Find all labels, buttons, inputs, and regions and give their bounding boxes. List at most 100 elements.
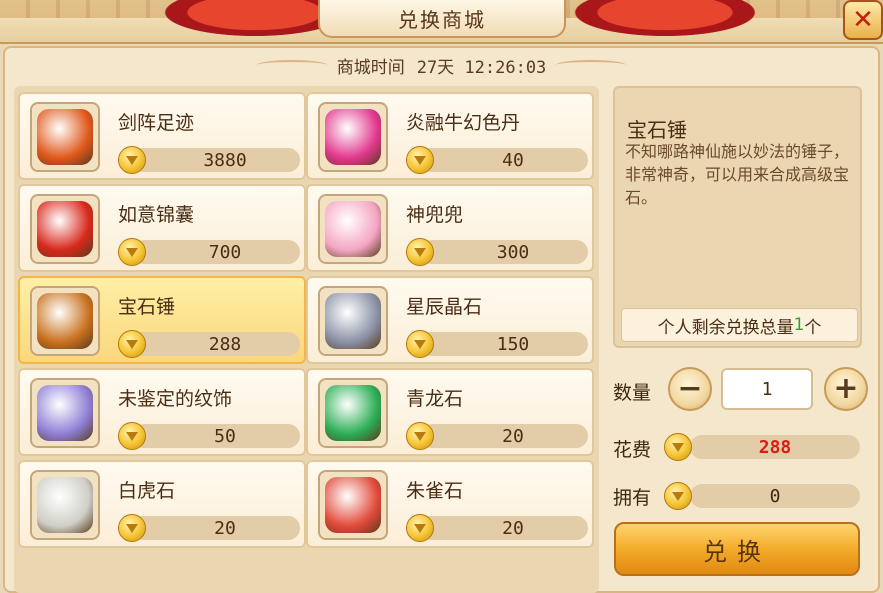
cost-label: 花费 (613, 439, 652, 461)
owned-value: 0 (769, 485, 781, 507)
red-cloud-decoration-right (560, 0, 770, 40)
purple-stone-icon (37, 385, 93, 441)
item-name: 朱雀石 (406, 480, 464, 502)
item-price: 20 (214, 517, 236, 539)
coin-icon (664, 433, 692, 461)
item-icon-frame (318, 102, 388, 172)
item-icon-frame (318, 378, 388, 448)
gem-hammer-icon (37, 293, 93, 349)
vermilion-bird-stone-icon (325, 477, 381, 533)
item-price-bar: 50 (132, 424, 300, 448)
item-price: 40 (502, 149, 524, 171)
quantity-label: 数量 (613, 382, 652, 404)
coin-icon (664, 482, 692, 510)
item-price-bar: 20 (420, 516, 588, 540)
item-icon-frame (318, 470, 388, 540)
item-price: 50 (214, 425, 236, 447)
item-card[interactable]: 星辰晶石 150 (306, 276, 594, 364)
item-name: 青龙石 (406, 388, 464, 410)
item-name: 神兜兜 (406, 204, 464, 226)
item-card[interactable]: 神兜兜 300 (306, 184, 594, 272)
scroll-decoration-right (556, 60, 627, 70)
coin-icon (406, 514, 434, 542)
scroll-decoration-left (256, 60, 327, 70)
item-card[interactable]: 白虎石 20 (18, 460, 306, 548)
item-name: 如意锦囊 (118, 204, 195, 226)
item-price-bar: 20 (420, 424, 588, 448)
item-price-bar: 300 (420, 240, 588, 264)
pink-pet-icon (325, 201, 381, 257)
item-icon-frame (30, 102, 100, 172)
item-card[interactable]: 剑阵足迹 3880 (18, 92, 306, 180)
item-card[interactable]: 青龙石 20 (306, 368, 594, 456)
cost-bar: 288 (690, 435, 860, 459)
detail-title: 宝石锤 (627, 118, 687, 142)
coin-icon (118, 146, 146, 174)
close-button[interactable]: ✕ (843, 0, 883, 40)
window-title: 兑换商城 (398, 7, 486, 32)
coin-icon (118, 514, 146, 542)
exchange-button[interactable]: 兑换 (614, 522, 860, 576)
minus-icon: − (677, 371, 703, 406)
increase-quantity-button[interactable]: + (824, 367, 868, 411)
coin-icon (406, 330, 434, 358)
coin-icon (406, 422, 434, 450)
item-card[interactable]: 宝石锤 288 (18, 276, 306, 364)
item-icon-frame (30, 378, 100, 448)
cost-value: 288 (758, 436, 792, 458)
item-name: 星辰晶石 (406, 296, 483, 318)
timer-value: 27天 12:26:03 (416, 57, 547, 78)
item-price-bar: 40 (420, 148, 588, 172)
item-icon-frame (318, 286, 388, 356)
item-name: 未鉴定的纹饰 (118, 388, 233, 410)
close-icon: ✕ (852, 5, 874, 35)
flaming-gem-icon (37, 109, 93, 165)
item-icon-frame (30, 194, 100, 264)
remaining-quota: 个人剩余兑换总量 1 个 (621, 308, 858, 342)
remaining-label: 个人剩余兑换总量 (657, 317, 794, 338)
item-name: 炎融牛幻色丹 (406, 112, 521, 134)
plus-icon: + (833, 371, 859, 406)
timer-label: 商城时间 (336, 57, 405, 78)
shop-timer: 商城时间 27天 12:26:03 (0, 50, 883, 80)
item-price-bar: 288 (132, 332, 300, 356)
item-price-bar: 3880 (132, 148, 300, 172)
lucky-bag-icon (37, 201, 93, 257)
item-name: 白虎石 (118, 480, 176, 502)
coin-icon (406, 238, 434, 266)
item-price-bar: 20 (132, 516, 300, 540)
item-grid[interactable]: 剑阵足迹 3880 炎融牛幻色丹 40 如意锦囊 700 神兜兜 300 宝石锤 288 星辰晶石 1… (14, 86, 599, 593)
item-price: 300 (496, 241, 530, 263)
item-icon-frame (318, 194, 388, 264)
azure-dragon-stone-icon (325, 385, 381, 441)
decrease-quantity-button[interactable]: − (668, 367, 712, 411)
coin-icon (118, 330, 146, 358)
item-card[interactable]: 未鉴定的纹饰 50 (18, 368, 306, 456)
item-price: 700 (208, 241, 242, 263)
item-price: 150 (496, 333, 530, 355)
owned-bar: 0 (690, 484, 860, 508)
coin-icon (118, 238, 146, 266)
coin-icon (118, 422, 146, 450)
item-card[interactable]: 炎融牛幻色丹 40 (306, 92, 594, 180)
item-card[interactable]: 如意锦囊 700 (18, 184, 306, 272)
item-price: 288 (208, 333, 242, 355)
white-tiger-stone-icon (37, 477, 93, 533)
item-icon-frame (30, 470, 100, 540)
item-icon-frame (30, 286, 100, 356)
item-price: 3880 (203, 149, 247, 171)
item-name: 宝石锤 (118, 296, 176, 318)
item-price: 20 (502, 517, 524, 539)
window-title-plate: 兑换商城 (318, 0, 566, 38)
quantity-input[interactable] (721, 368, 813, 410)
item-card[interactable]: 朱雀石 20 (306, 460, 594, 548)
crystal-icon (325, 293, 381, 349)
item-price-bar: 150 (420, 332, 588, 356)
owned-label: 拥有 (613, 487, 652, 509)
item-price: 20 (502, 425, 524, 447)
coin-icon (406, 146, 434, 174)
pink-orb-icon (325, 109, 381, 165)
detail-description: 不知哪路神仙施以妙法的锤子，非常神奇，可以用来合成高级宝石。 (625, 142, 850, 207)
remaining-unit: 个 (804, 317, 822, 338)
item-price-bar: 700 (132, 240, 300, 264)
